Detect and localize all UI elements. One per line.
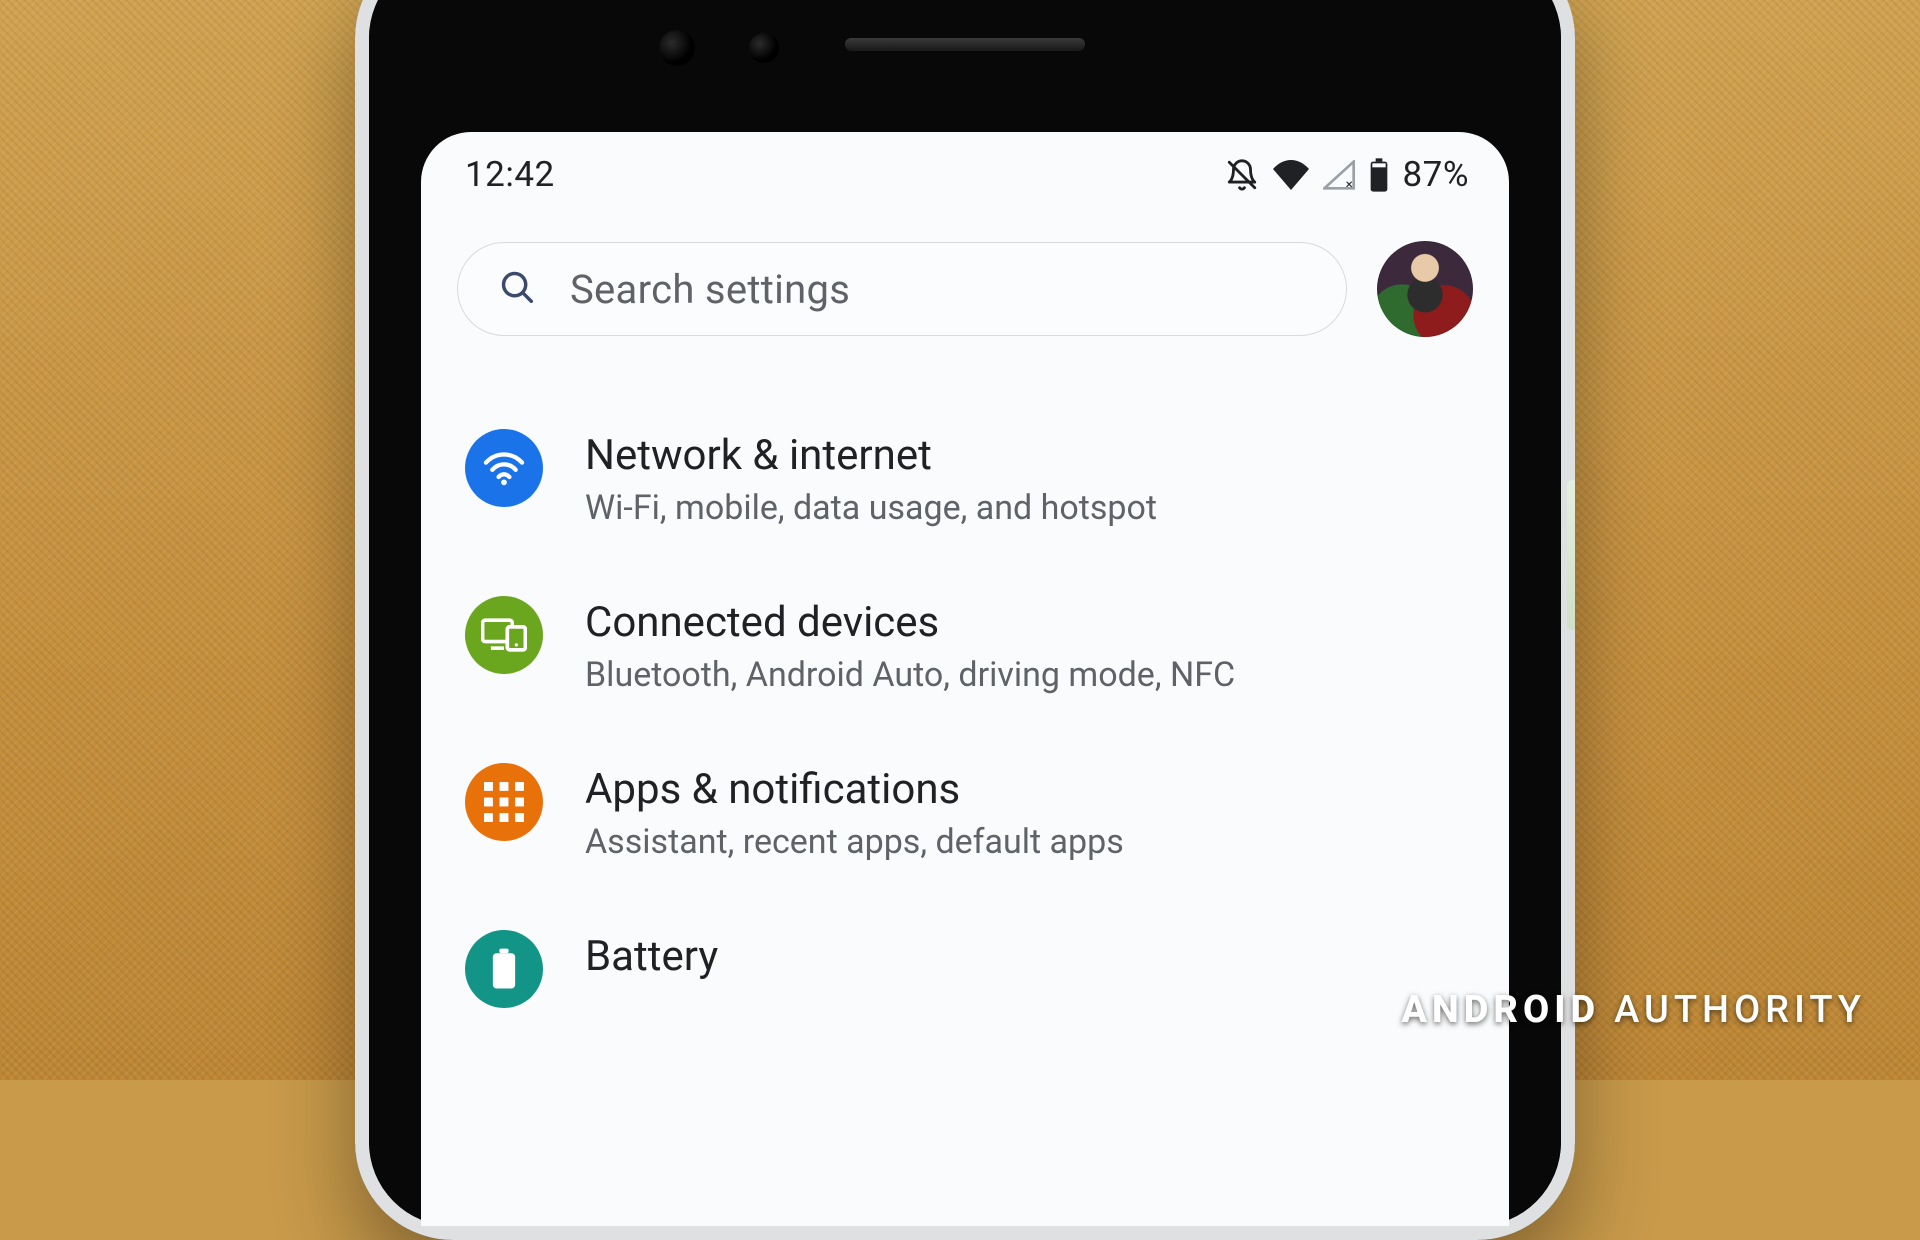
settings-item-battery[interactable]: Battery <box>457 896 1473 1042</box>
phone-bezel: 12:42 × 87% <box>369 0 1561 1226</box>
devices-icon <box>465 596 543 674</box>
settings-item-title: Connected devices <box>585 598 1235 647</box>
wifi-icon <box>1273 160 1309 190</box>
search-icon <box>498 268 536 310</box>
search-settings-input[interactable]: Search settings <box>457 242 1347 336</box>
svg-text:×: × <box>1345 177 1353 190</box>
profile-avatar[interactable] <box>1377 241 1473 337</box>
watermark-brand-bold: ANDROID <box>1401 988 1600 1032</box>
search-row: Search settings <box>421 203 1509 347</box>
phone-power-button <box>1567 480 1575 630</box>
wifi-icon <box>465 429 543 507</box>
settings-item-subtitle: Assistant, recent apps, default apps <box>585 822 1124 862</box>
settings-item-network[interactable]: Network & internet Wi-Fi, mobile, data u… <box>457 395 1473 562</box>
proximity-sensor-icon <box>749 33 779 63</box>
settings-item-apps[interactable]: Apps & notifications Assistant, recent a… <box>457 729 1473 896</box>
settings-item-title: Apps & notifications <box>585 765 1124 814</box>
status-bar: 12:42 × 87% <box>421 132 1509 203</box>
battery-icon <box>1369 158 1389 192</box>
phone-screen: 12:42 × 87% <box>421 132 1509 1226</box>
settings-item-subtitle: Bluetooth, Android Auto, driving mode, N… <box>585 655 1235 695</box>
phone-frame: 12:42 × 87% <box>355 0 1575 1240</box>
battery-icon <box>465 930 543 1008</box>
watermark-brand-light: AUTHORITY <box>1614 988 1866 1032</box>
status-time: 12:42 <box>465 154 555 195</box>
apps-grid-icon <box>465 763 543 841</box>
phone-speaker <box>845 38 1085 50</box>
search-placeholder: Search settings <box>570 266 850 313</box>
status-battery-text: 87% <box>1403 154 1469 195</box>
cell-no-signal-icon: × <box>1323 160 1355 190</box>
settings-item-subtitle: Wi-Fi, mobile, data usage, and hotspot <box>585 488 1157 528</box>
settings-item-connected-devices[interactable]: Connected devices Bluetooth, Android Aut… <box>457 562 1473 729</box>
settings-list[interactable]: Network & internet Wi-Fi, mobile, data u… <box>421 347 1509 1042</box>
front-camera-icon <box>659 30 695 66</box>
watermark: ANDROID AUTHORITY <box>1401 988 1866 1032</box>
settings-item-title: Battery <box>585 932 718 981</box>
bell-off-icon <box>1225 158 1259 192</box>
settings-item-title: Network & internet <box>585 431 1157 480</box>
